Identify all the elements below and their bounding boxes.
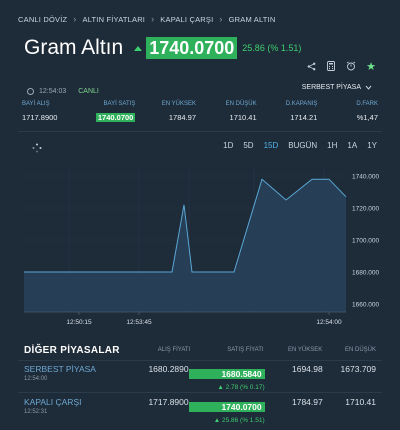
market-time: 12:52:31 (24, 409, 48, 415)
price-stats: BAYİ ALIŞ 1717.8900 BAYİ SATIŞ 1740.0700… (18, 101, 382, 127)
market-sell-change-value: 2.78 (% 0.17) (225, 384, 265, 391)
market-buy: 1680.2890 (148, 364, 189, 374)
range-tab[interactable]: 1D (218, 141, 238, 150)
breadcrumb-item-kapali-carsi[interactable]: KAPALI ÇARŞI (160, 15, 213, 24)
stat-label: BAYİ ALIŞ (22, 101, 50, 107)
market-sell: 1680.5840 (188, 369, 265, 379)
chevron-right-icon: › (151, 14, 155, 24)
market-row-kapali-carsi[interactable]: KAPALI ÇARŞI 12:52:31 1717.8900 1740.070… (24, 397, 376, 424)
page-title: Gram Altın (24, 36, 124, 59)
market-time: 12:54:00 (24, 376, 48, 382)
current-price: 1740.0700 (146, 37, 238, 59)
price-chart[interactable]: 1740.000 1720.000 1700.000 1680.000 1660.000… (24, 160, 380, 330)
stat-d-fark: D.FARK %1,47 (321, 101, 382, 127)
toolbar: ★ (306, 61, 376, 73)
market-name-link[interactable]: SERBEST PİYASA (24, 364, 126, 374)
row-divider (18, 392, 382, 393)
breadcrumb-item-altin-fiyatlari[interactable]: ALTIN FİYATLARI (83, 15, 146, 24)
breadcrumb: CANLI DÖVİZ › ALTIN FİYATLARI › KAPALI Ç… (18, 12, 276, 26)
market-sell-change: ▲ 2.78 (% 0.17) (189, 384, 265, 391)
breadcrumb-item-gram-altin[interactable]: GRAM ALTIN (229, 15, 276, 24)
chevron-right-icon: › (73, 14, 77, 24)
column-header: SATIŞ FİYATI (227, 347, 264, 353)
row-divider (18, 360, 382, 361)
clock-icon (27, 87, 34, 95)
y-tick-label: 1680.000 (352, 270, 379, 277)
stat-value: 1740.0700 (95, 113, 136, 122)
stat-label: EN DÜŞÜK (225, 101, 257, 107)
title-row: Gram Altın 1740.0700 25.86 (% 1.51) (24, 36, 301, 60)
live-indicator: CANLI (78, 87, 99, 95)
stat-label: BAYİ SATIŞ (103, 101, 136, 107)
market-high: 1694.98 (292, 364, 323, 374)
column-header: ALIŞ FİYATI (157, 347, 191, 353)
stat-value: %1,47 (356, 113, 378, 122)
stat-label: D.FARK (356, 101, 378, 107)
range-tab[interactable]: 1Y (362, 141, 382, 150)
market-sell-change-value: 25.86 (% 1.51) (221, 417, 265, 424)
stat-value: 1717.8900 (22, 113, 58, 122)
column-header: EN DÜŞÜK (344, 347, 376, 353)
arrow-up-icon (134, 45, 143, 51)
market-row-serbest-piyasa[interactable]: SERBEST PİYASA 12:54:00 1680.2890 1680.5… (24, 364, 376, 391)
range-tab[interactable]: 1A (342, 141, 362, 150)
range-tab[interactable]: 1H (322, 141, 342, 150)
stat-value: 1714.21 (290, 113, 318, 122)
range-tab[interactable]: BUGÜN (283, 141, 322, 150)
market-buy: 1717.8900 (148, 397, 189, 407)
arrow-up-icon: ▲ (213, 417, 222, 424)
arrow-up-icon: ▲ (217, 384, 226, 391)
star-icon[interactable]: ★ (366, 61, 376, 73)
market-sell-cell: 1680.5840 ▲ 2.78 (% 0.17) (188, 364, 265, 391)
y-tick-label: 1660.000 (352, 302, 379, 309)
markets-title: DİĞER PİYASALAR (24, 344, 120, 356)
market-dropdown-value: SERBEST PİYASA (301, 84, 361, 91)
stat-value: 1710.41 (229, 113, 257, 122)
share-icon[interactable] (306, 61, 316, 71)
divider (18, 131, 382, 132)
last-update-time: 12:54:03 (39, 87, 67, 95)
x-tick-label: 12:54:00 (316, 319, 342, 326)
stat-label: EN YÜKSEK (161, 101, 196, 107)
stat-value: 1784.97 (168, 113, 196, 122)
market-high: 1784.97 (292, 397, 323, 407)
calculator-icon[interactable] (326, 61, 336, 71)
stat-bayi-alis: BAYİ ALIŞ 1717.8900 (18, 101, 79, 127)
stat-label: D.KAPANIŞ (285, 101, 318, 107)
stat-d-kapanis: D.KAPANIŞ 1714.21 (261, 101, 322, 127)
breadcrumb-item-canli-doviz[interactable]: CANLI DÖVİZ (18, 15, 67, 24)
range-tab-active[interactable]: 15D (259, 141, 284, 150)
market-sell-change: ▲ 25.86 (% 1.51) (189, 417, 265, 424)
stat-en-dusuk: EN DÜŞÜK 1710.41 (200, 101, 261, 127)
range-tab[interactable]: 5D (238, 141, 258, 150)
market-low: 1673.709 (340, 364, 376, 374)
market-low: 1710.41 (345, 397, 376, 407)
series-area (24, 179, 346, 312)
range-tabs: 1D 5D 15D BUGÜN 1H 1A 1Y (218, 141, 382, 150)
chevron-down-icon (365, 85, 372, 90)
stat-bayi-satis: BAYİ SATIŞ 1740.0700 (79, 101, 140, 127)
y-tick-label: 1720.000 (352, 206, 379, 213)
x-tick-label: 12:53:45 (126, 319, 152, 326)
y-tick-label: 1700.000 (352, 238, 379, 245)
y-tick-label: 1740.000 (352, 174, 379, 181)
alarm-icon[interactable] (346, 61, 356, 71)
market-sell: 1740.0700 (188, 402, 265, 412)
markets-header: DİĞER PİYASALAR ALIŞ FİYATI SATIŞ FİYATI… (24, 343, 376, 357)
chevron-right-icon: › (219, 14, 223, 24)
market-dropdown[interactable]: SERBEST PİYASA (302, 84, 372, 91)
status-row: 12:54:03 CANLI (27, 86, 99, 96)
column-header: EN YÜKSEK (287, 347, 323, 353)
price-change: 25.86 (% 1.51) (242, 43, 302, 53)
x-tick-label: 12:50:15 (66, 319, 92, 326)
loading-spinner-icon (32, 143, 42, 155)
market-sell-cell: 1740.0700 ▲ 25.86 (% 1.51) (188, 397, 265, 424)
market-name-link[interactable]: KAPALI ÇARŞI (24, 397, 126, 407)
stat-en-yuksek: EN YÜKSEK 1784.97 (139, 101, 200, 127)
